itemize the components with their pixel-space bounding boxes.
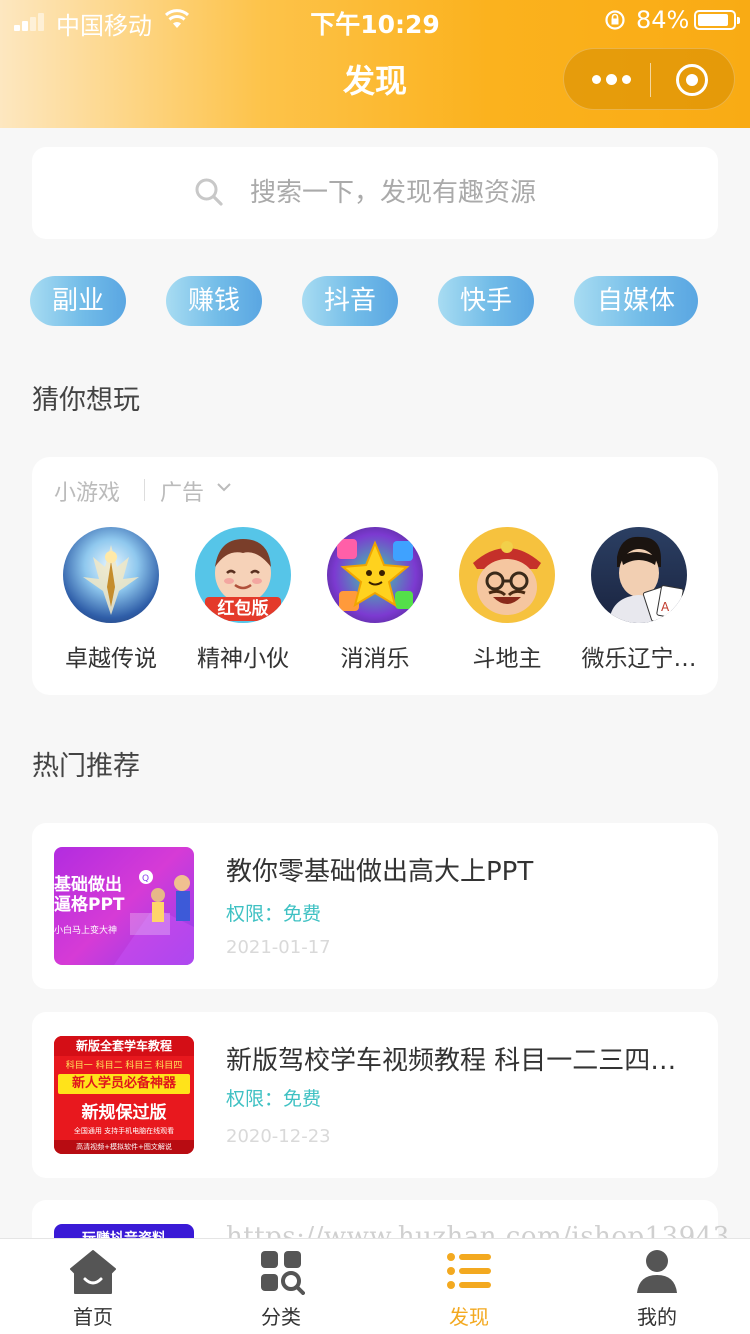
feed-title: 新版驾校学车视频教程 科目一二三四… xyxy=(226,1046,677,1076)
home-icon xyxy=(70,1250,116,1294)
tag-chip[interactable]: 快手 xyxy=(438,276,534,326)
search-input[interactable] xyxy=(250,171,670,215)
thumb-headline: 新规保过版 xyxy=(81,1103,167,1123)
card-man-icon: A xyxy=(591,527,687,623)
landlord-face-icon xyxy=(459,527,555,623)
games-card: 小游戏 广告 卓越传说 红包版 精神小伙 消消乐 斗地主 A 微乐辽宁… xyxy=(32,457,718,695)
thumb-subline: 科目一 科目二 科目三 科目四 xyxy=(65,1061,183,1071)
game-name: 精神小伙 xyxy=(197,646,289,672)
feed-card[interactable]: Q 基础做出 逼格PPT 小白马上变大神 教你零基础做出高大上PPT 权限：免费… xyxy=(32,823,718,989)
tag-chip[interactable]: 抖音 xyxy=(302,276,398,326)
game-item[interactable]: A 微乐辽宁… xyxy=(573,527,705,673)
tag-chip[interactable]: 副业 xyxy=(30,276,126,326)
game-name: 微乐辽宁… xyxy=(581,646,697,672)
discover-list-icon xyxy=(447,1253,491,1289)
tab-discover[interactable]: 发现 xyxy=(409,1239,529,1334)
feed-title: 教你零基础做出高大上PPT xyxy=(226,857,534,887)
capsule-divider xyxy=(650,63,651,97)
tab-divider xyxy=(144,479,145,501)
game-item[interactable]: 红包版 精神小伙 xyxy=(177,527,309,673)
game-item[interactable]: 消消乐 xyxy=(309,527,441,673)
game-item[interactable]: 斗地主 xyxy=(441,527,573,673)
tab-category[interactable]: 分类 xyxy=(221,1239,341,1334)
status-bar: 中国移动 下午10:29 84% xyxy=(0,0,750,40)
cartoon-boy-icon: 红包版 xyxy=(195,527,291,623)
feed-permission: 权限：免费 xyxy=(226,1088,322,1110)
gem-star-icon xyxy=(327,527,423,623)
more-dots-icon[interactable] xyxy=(592,71,632,89)
tag-chip[interactable]: 赚钱 xyxy=(166,276,262,326)
search-box[interactable] xyxy=(32,147,718,239)
legend-knight-icon xyxy=(63,527,159,623)
thumb-headline: 新人学员必备神器 xyxy=(58,1074,190,1094)
category-icon xyxy=(261,1251,305,1295)
game-item[interactable]: 卓越传说 xyxy=(45,527,177,673)
thumb-headline: 新版全套学车教程 xyxy=(54,1036,194,1056)
game-name: 卓越传说 xyxy=(65,646,157,672)
tab-mini-games[interactable]: 小游戏 xyxy=(54,475,120,507)
section-title-guess: 猜你想玩 xyxy=(32,385,140,416)
thumb-headline: 基础做出 xyxy=(54,875,122,895)
battery-icon xyxy=(694,10,740,30)
thumb-subline: 全国通用 支持手机电脑在线观看 xyxy=(73,1127,175,1135)
thumb-headline: 逼格PPT xyxy=(54,895,125,915)
battery-percent: 84% xyxy=(636,6,690,34)
tab-ads[interactable]: 广告 xyxy=(160,475,204,507)
bottom-tab-bar: 首页 分类 发现 我的 xyxy=(0,1238,750,1334)
section-title-hot: 热门推荐 xyxy=(32,751,140,782)
tab-label: 发现 xyxy=(449,1305,489,1329)
thumb-subline: 高清视频+模拟软件+图文解说 xyxy=(54,1140,194,1154)
driving-course-thumbnail: 新版全套学车教程 科目一 科目二 科目三 科目四 新人学员必备神器 新规保过版 … xyxy=(54,1036,194,1154)
svg-text:Q: Q xyxy=(142,874,149,884)
tab-label: 首页 xyxy=(73,1305,113,1329)
svg-text:A: A xyxy=(661,600,670,614)
search-icon xyxy=(195,178,223,206)
game-name: 斗地主 xyxy=(472,646,542,672)
chevron-down-icon[interactable] xyxy=(216,479,232,495)
tab-mine[interactable]: 我的 xyxy=(597,1239,717,1334)
tab-label: 分类 xyxy=(261,1305,301,1329)
tab-label: 我的 xyxy=(637,1305,677,1329)
thumb-subline: 小白马上变大神 xyxy=(54,926,118,936)
tab-home[interactable]: 首页 xyxy=(33,1239,153,1334)
game-name: 消消乐 xyxy=(340,646,410,672)
mini-program-capsule xyxy=(563,48,735,110)
header-bar: 中国移动 下午10:29 84% 发现 xyxy=(0,0,750,128)
tag-chip[interactable]: 自媒体 xyxy=(574,276,698,326)
feed-permission: 权限：免费 xyxy=(226,903,322,925)
feed-date: 2020-12-23 xyxy=(226,1126,331,1147)
feed-card[interactable]: 新版全套学车教程 科目一 科目二 科目三 科目四 新人学员必备神器 新规保过版 … xyxy=(32,1012,718,1178)
red-packet-badge: 红包版 xyxy=(205,597,281,621)
orientation-lock-icon xyxy=(605,10,625,30)
feed-date: 2021-01-17 xyxy=(226,937,331,958)
close-target-icon[interactable] xyxy=(676,64,708,96)
ppt-course-thumbnail: Q 基础做出 逼格PPT 小白马上变大神 xyxy=(54,847,194,965)
user-icon xyxy=(637,1250,677,1293)
